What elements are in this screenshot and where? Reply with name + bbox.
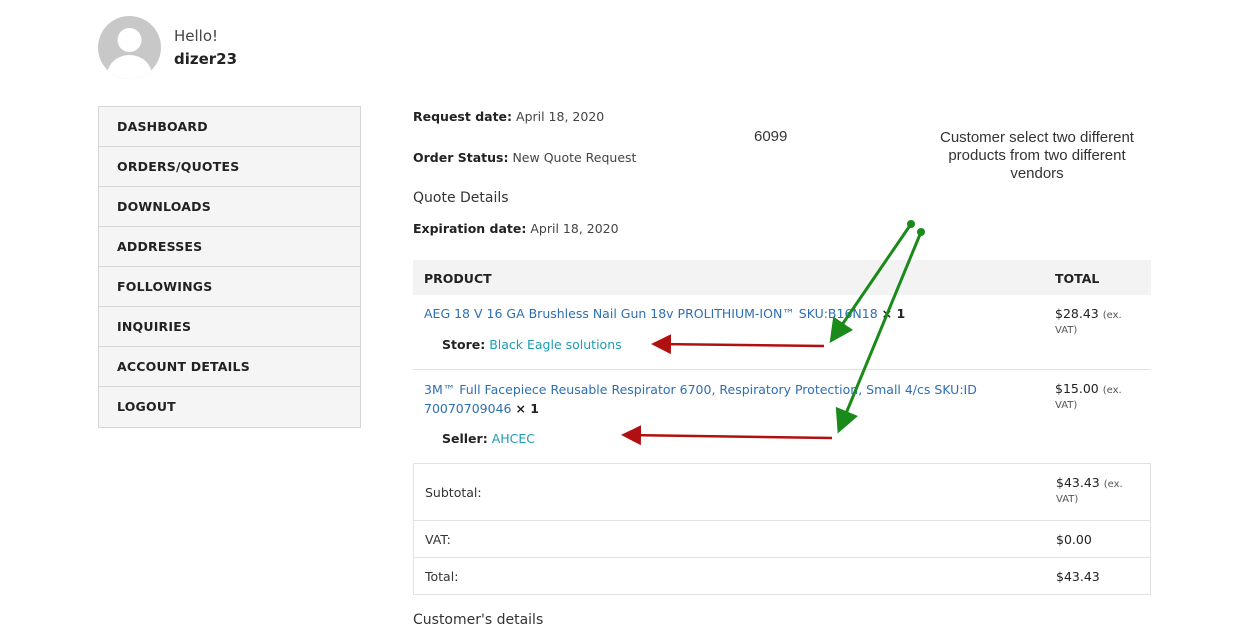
green-arrow-2	[835, 228, 925, 434]
red-arrow-2	[621, 425, 833, 446]
red-arrow-1	[651, 334, 825, 355]
annotation-arrows	[621, 220, 925, 446]
